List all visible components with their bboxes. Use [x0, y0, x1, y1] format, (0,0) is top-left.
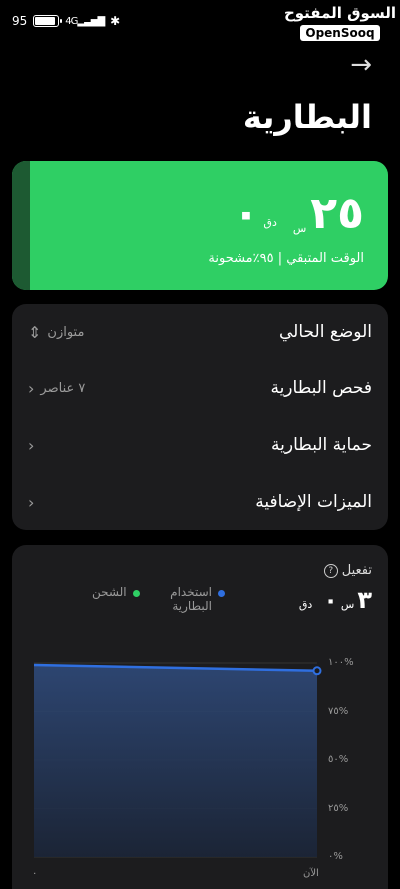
x-tick-label: ٠: [32, 868, 38, 879]
hours-value: ٢٥: [310, 188, 364, 239]
hours-unit: س: [292, 222, 307, 235]
y-tick-label: ٠%: [328, 851, 343, 862]
page-title: البطارية: [242, 98, 372, 136]
opensooq-watermark: السوق المفتوح OpenSooq: [283, 4, 396, 41]
data-point-current: [312, 666, 322, 676]
y-tick-label: ٥٠%: [328, 754, 349, 765]
status-bar: 95 4G▂▃▅▇ ✱ السوق المفتوح OpenSooq: [0, 0, 400, 44]
settings-list: الوضع الحالي متوازن ⇕ فحص البطارية ٧ عنا…: [12, 304, 388, 530]
battery-card-strip: [12, 161, 30, 290]
setting-value: متوازن: [47, 324, 85, 340]
status-icons: 95 4G▂▃▅▇ ✱: [12, 14, 120, 28]
minutes-unit: دق: [263, 216, 277, 229]
chevron-left-icon: ‹: [28, 435, 35, 455]
battery-icon: [33, 15, 63, 27]
back-arrow-icon[interactable]: →: [350, 50, 372, 80]
chevron-left-icon: ‹: [28, 378, 35, 398]
chevron-left-icon: ‹: [28, 492, 35, 512]
remaining-time: ٠ دق س ٢٥: [233, 191, 364, 237]
y-tick-label: ٢٥%: [328, 802, 349, 814]
setting-battery-protection[interactable]: حماية البطارية ‹: [12, 417, 388, 473]
setting-battery-check[interactable]: فحص البطارية ٧ عناصر ‹: [12, 360, 388, 416]
battery-status-card: ٠ دق س ٢٥ الوقت المتبقي | ٩٥٪مشحونة: [12, 161, 388, 290]
battery-percent: 95: [12, 14, 28, 28]
setting-extra-features[interactable]: الميزات الإضافية ‹: [12, 474, 388, 530]
series-area-battery: [34, 664, 317, 857]
setting-current-mode[interactable]: الوضع الحالي متوازن ⇕: [12, 304, 388, 360]
y-tick-label: ٧٥%: [328, 705, 349, 717]
y-tick-label: ١٠٠%: [328, 657, 354, 668]
x-tick-label: الآن: [303, 868, 319, 879]
signal-icon: 4G▂▃▅▇: [65, 15, 105, 27]
usage-chart-card: تفعيل ? دق ٠ س ٣ استخدام البطارية الشحن …: [12, 545, 388, 889]
up-down-icon: ⇕: [28, 322, 42, 342]
battery-usage-chart: [33, 662, 322, 858]
minutes-value: ٠: [232, 188, 260, 239]
remaining-label: الوقت المتبقي | ٩٥٪مشحونة: [208, 251, 364, 266]
setting-value: ٧ عناصر: [40, 380, 86, 396]
bluetooth-icon: ✱: [110, 14, 121, 28]
